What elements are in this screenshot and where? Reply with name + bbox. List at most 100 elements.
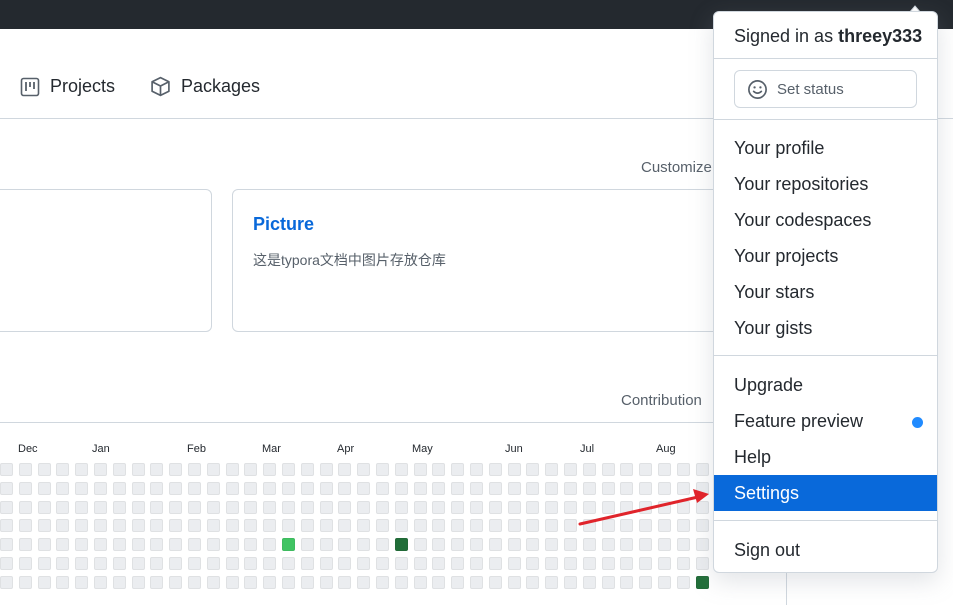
contribution-day (451, 557, 464, 570)
contribution-day (207, 519, 220, 532)
tab-packages[interactable]: Packages (150, 76, 260, 97)
contribution-day (545, 557, 558, 570)
contribution-day (282, 557, 295, 570)
contribution-day (150, 576, 163, 589)
month-label: Jul (580, 443, 595, 455)
menu-item-settings[interactable]: Settings (714, 475, 937, 511)
contribution-day (226, 538, 239, 551)
contribution-day (132, 519, 145, 532)
month-label: Aug (656, 443, 676, 455)
menu-item-your-projects[interactable]: Your projects (714, 238, 937, 274)
contribution-day (113, 482, 126, 495)
contribution-day (602, 538, 615, 551)
contribution-day (545, 519, 558, 532)
contribution-day (564, 557, 577, 570)
contribution-day (320, 538, 333, 551)
contribution-day (583, 538, 596, 551)
contribution-day (56, 519, 69, 532)
contribution-day (132, 538, 145, 551)
contribution-day (451, 519, 464, 532)
contribution-day (432, 519, 445, 532)
contribution-day (696, 557, 709, 570)
contribution-day (508, 557, 521, 570)
contribution-day (677, 519, 690, 532)
contribution-day (357, 538, 370, 551)
contribution-day (508, 538, 521, 551)
contribution-day (526, 501, 539, 514)
contribution-day (94, 501, 107, 514)
menu-item-your-repositories[interactable]: Your repositories (714, 166, 937, 202)
contribution-day (508, 501, 521, 514)
contribution-day (620, 463, 633, 476)
contribution-day (226, 482, 239, 495)
contribution-day (526, 538, 539, 551)
contribution-day (545, 482, 558, 495)
contribution-day (188, 557, 201, 570)
contribution-day (602, 463, 615, 476)
contribution-day (226, 557, 239, 570)
contribution-day (470, 463, 483, 476)
menu-item-feature-preview[interactable]: Feature preview (714, 403, 937, 439)
contribution-day (583, 576, 596, 589)
contribution-day (150, 501, 163, 514)
menu-item-upgrade[interactable]: Upgrade (714, 367, 937, 403)
menu-divider (714, 58, 937, 59)
contribution-day (583, 482, 596, 495)
contribution-day (320, 501, 333, 514)
contribution-day (19, 463, 32, 476)
contribution-day (639, 501, 652, 514)
contribution-day (320, 557, 333, 570)
contribution-day (226, 501, 239, 514)
contribution-day (113, 463, 126, 476)
contribution-day (451, 538, 464, 551)
contribution-day (696, 501, 709, 514)
contribution-day (357, 463, 370, 476)
menu-item-your-codespaces[interactable]: Your codespaces (714, 202, 937, 238)
contribution-day (338, 463, 351, 476)
contribution-day (508, 482, 521, 495)
contribution-day (620, 576, 633, 589)
contribution-day (677, 482, 690, 495)
contribution-day (432, 557, 445, 570)
contribution-day (696, 463, 709, 476)
contribution-day (150, 463, 163, 476)
menu-item-your-gists[interactable]: Your gists (714, 310, 937, 346)
tab-projects-label: Projects (50, 76, 116, 96)
contribution-day (94, 576, 107, 589)
contribution-day (94, 519, 107, 532)
contribution-day (376, 538, 389, 551)
contribution-day (226, 519, 239, 532)
menu-item-your-stars[interactable]: Your stars (714, 274, 937, 310)
menu-item-your-profile[interactable]: Your profile (714, 130, 937, 166)
contribution-day (432, 482, 445, 495)
contribution-day (320, 482, 333, 495)
contribution-day (414, 538, 427, 551)
contribution-day (301, 463, 314, 476)
contribution-day (395, 576, 408, 589)
customize-pins-link[interactable]: Customize (641, 159, 712, 176)
contribution-day (620, 482, 633, 495)
contribution-day (658, 501, 671, 514)
contribution-day (696, 519, 709, 532)
set-status-button[interactable]: Set status (734, 70, 917, 108)
contribution-day (564, 538, 577, 551)
contribution-day (602, 482, 615, 495)
contribution-day (188, 501, 201, 514)
repo-link-picture[interactable]: Picture (253, 214, 314, 235)
tab-projects[interactable]: Projects (20, 76, 115, 97)
tab-packages-label: Packages (181, 76, 261, 96)
signed-in-prefix: Signed in as (734, 26, 839, 46)
contribution-day (188, 576, 201, 589)
menu-item-sign-out[interactable]: Sign out (714, 532, 937, 568)
menu-item-help[interactable]: Help (714, 439, 937, 475)
contribution-day (320, 519, 333, 532)
contribution-day (489, 482, 502, 495)
contribution-day (0, 482, 13, 495)
contribution-day (545, 538, 558, 551)
contribution-day (376, 501, 389, 514)
contribution-day (526, 576, 539, 589)
contribution-day (639, 482, 652, 495)
contribution-day (75, 463, 88, 476)
contribution-day (526, 463, 539, 476)
contribution-day (188, 463, 201, 476)
